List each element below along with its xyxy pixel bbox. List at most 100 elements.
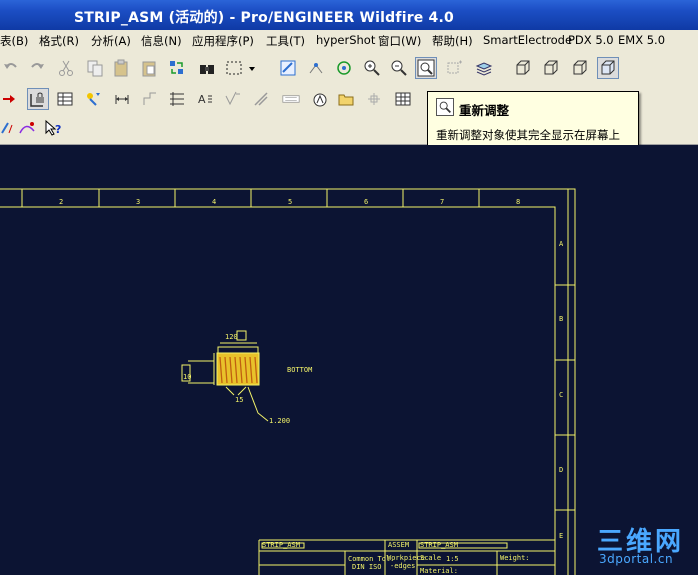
folder-icon[interactable]: [335, 88, 357, 110]
layers-icon[interactable]: [473, 57, 495, 79]
zoom-in-icon[interactable]: [361, 57, 383, 79]
material-label: Material:: [420, 567, 458, 575]
title-assem-label: ASSEM: [388, 541, 409, 549]
no-hidden-icon[interactable]: [569, 57, 591, 79]
select-box-icon[interactable]: [223, 57, 245, 79]
workpiece-sub: -edges: [390, 562, 415, 570]
zone-label: 4: [212, 198, 216, 206]
window-title: STRIP_ASM (活动的) - Pro/ENGINEER Wildfire …: [74, 10, 454, 26]
cut-icon[interactable]: [55, 57, 77, 79]
watermark-logo: 三维网 3dportal.cn: [597, 521, 695, 571]
bottom-dimension-line: [225, 386, 247, 396]
wireframe-icon[interactable]: [512, 57, 534, 79]
ref-dimension-icon[interactable]: [139, 88, 161, 110]
redo-icon[interactable]: [26, 57, 48, 79]
refit-icon: [436, 98, 454, 116]
move-item-icon[interactable]: [363, 88, 385, 110]
workpiece-label: Workpiece: [387, 554, 425, 562]
zone-ticks-top: [21, 189, 480, 207]
menu-help[interactable]: 帮助(H): [432, 33, 473, 49]
drawing-sheet: 2 3 4 5 6 7 8 A B C D E 120 10 15 1.200 …: [0, 188, 576, 575]
side-dimension-line: [188, 353, 215, 385]
zone-label: 5: [288, 198, 292, 206]
dim-bottom-value: 15: [235, 396, 243, 404]
surface-finish-icon[interactable]: [222, 88, 244, 110]
dim-leader-value: 1.200: [269, 417, 290, 425]
watermark-sub: 3dportal.cn: [599, 552, 674, 566]
menu-info[interactable]: 信息(N): [141, 33, 182, 49]
table-icon[interactable]: [54, 88, 76, 110]
paste-icon[interactable]: [110, 57, 132, 79]
ordinate-dimension-icon[interactable]: [166, 88, 188, 110]
zone-label: E: [559, 532, 563, 540]
dim-top-value: 120: [225, 333, 238, 341]
zone-label: 8: [516, 198, 520, 206]
scale-value: 1:5: [446, 555, 459, 563]
menu-hypershot[interactable]: hyperShot: [316, 33, 375, 47]
part-view[interactable]: 120 10 15 1.200 BOTTOM: [181, 330, 312, 425]
menu-applications[interactable]: 应用程序(P): [192, 33, 254, 49]
tooltip-description: 重新调整对象使其完全显示在屏幕上: [436, 128, 620, 142]
paste-special-icon[interactable]: [138, 57, 160, 79]
menu-analysis[interactable]: 分析(A): [91, 33, 131, 49]
shading-icon[interactable]: [597, 57, 619, 79]
refit-tooltip: 重新调整 重新调整对象使其完全显示在屏幕上: [427, 91, 639, 153]
hidden-line-icon[interactable]: [540, 57, 562, 79]
select-dropdown-icon[interactable]: [245, 57, 259, 79]
menubar: 表(B) 格式(R) 分析(A) 信息(N) 应用程序(P) 工具(T) hyp…: [0, 30, 698, 52]
spin-center-icon[interactable]: [305, 57, 327, 79]
title-part-name: STRIP_ASM: [262, 541, 300, 549]
datum-display-icon[interactable]: [444, 57, 466, 79]
refit-icon[interactable]: [415, 57, 437, 79]
menu-format[interactable]: 格式(R): [39, 33, 79, 49]
draft-entity-icon[interactable]: [16, 117, 38, 139]
sheet-lock-icon[interactable]: [27, 88, 49, 110]
menu-smartelectrode[interactable]: SmartElectrode: [483, 33, 572, 47]
sheet-outer-border: [0, 188, 576, 575]
top-dim-box: [236, 330, 247, 341]
title-part-name-right: STRIP_ASM: [420, 541, 458, 549]
svg-text:A: A: [198, 93, 206, 106]
zone-label: 2: [59, 198, 63, 206]
menu-tools[interactable]: 工具(T): [266, 33, 305, 49]
tolerance-standard: DIN ISO: [352, 563, 382, 571]
zone-label: D: [559, 466, 563, 474]
sheet-inner-border: [0, 206, 556, 575]
strip-part-body: [216, 352, 260, 386]
zone-label: C: [559, 391, 563, 399]
zone-label: 3: [136, 198, 140, 206]
orient-mode-icon[interactable]: [333, 57, 355, 79]
find-binoculars-icon[interactable]: [196, 57, 218, 79]
drawing-canvas[interactable]: 2 3 4 5 6 7 8 A B C D E 120 10 15 1.200 …: [0, 145, 698, 575]
tooltip-title: 重新调整: [459, 103, 510, 118]
copy-icon[interactable]: [84, 57, 106, 79]
bottom-note: BOTTOM: [287, 366, 312, 374]
weight-label: Weight:: [500, 554, 530, 562]
menu-pdx[interactable]: PDX 5.0: [568, 33, 614, 47]
zone-label: 7: [440, 198, 444, 206]
menu-emx[interactable]: EMX 5.0: [618, 33, 665, 47]
geom-tolerance-icon[interactable]: [250, 88, 272, 110]
zone-label: A: [559, 240, 564, 248]
context-help-icon[interactable]: ?: [42, 117, 64, 139]
spreadsheet-icon[interactable]: [392, 88, 414, 110]
note-icon[interactable]: A: [194, 88, 216, 110]
menu-window[interactable]: 窗口(W): [378, 33, 421, 49]
zone-label: 6: [364, 198, 368, 206]
leader-line: [247, 386, 269, 422]
dim-side-value: 10: [183, 373, 191, 381]
menu-table[interactable]: 表(B): [0, 33, 28, 49]
repaint-icon[interactable]: [277, 57, 299, 79]
datum-tag-icon[interactable]: [278, 88, 304, 110]
redline-icon[interactable]: [0, 88, 22, 110]
undo-icon[interactable]: [0, 57, 22, 79]
show-annotations-icon[interactable]: [82, 88, 104, 110]
dimension-icon[interactable]: [111, 88, 133, 110]
zone-ticks-right: [555, 284, 575, 511]
zoom-out-icon[interactable]: [388, 57, 410, 79]
zone-label: B: [559, 315, 563, 323]
top-dimension-line: [217, 346, 259, 353]
regenerate-icon[interactable]: [166, 57, 188, 79]
window-titlebar[interactable]: STRIP_ASM (活动的) - Pro/ENGINEER Wildfire …: [0, 0, 698, 30]
datum-axis-icon[interactable]: [309, 88, 331, 110]
